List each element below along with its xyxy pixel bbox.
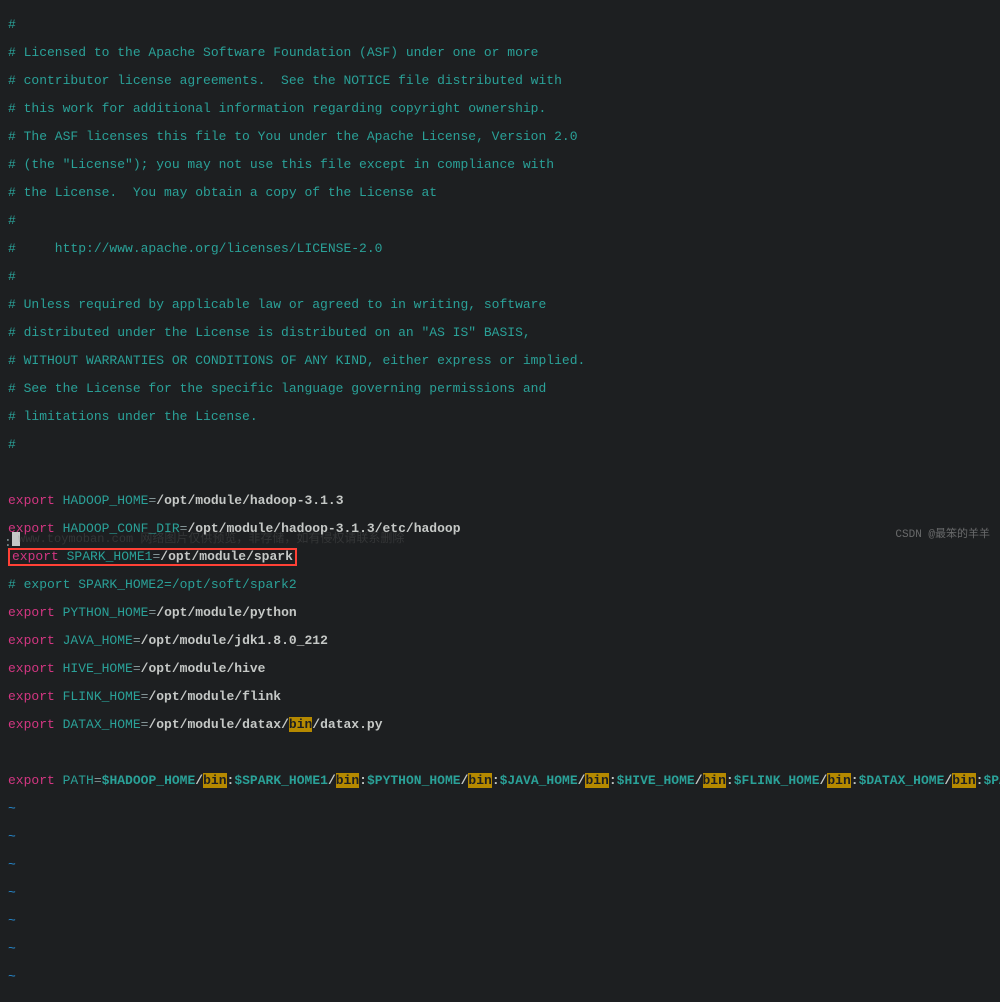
var-name: PATH	[63, 773, 94, 788]
eq: =	[141, 717, 149, 732]
var-value: /opt/module/hive	[141, 661, 266, 676]
eq: =	[94, 773, 102, 788]
keyword-export: export	[8, 493, 55, 508]
empty-line-tilde: ~	[8, 942, 992, 956]
comment-line: # the License. You may obtain a copy of …	[8, 186, 992, 200]
keyword-export: export	[8, 633, 55, 648]
comment-line: # (the "License"); you may not use this …	[8, 158, 992, 172]
export-python: export PYTHON_HOME=/opt/module/python	[8, 606, 992, 620]
comment-line: #	[8, 18, 992, 32]
eq: =	[152, 549, 160, 564]
comment-line: # Unless required by applicable law or a…	[8, 298, 992, 312]
path-var: $HIVE_HOME	[617, 773, 695, 788]
comment-line: # limitations under the License.	[8, 410, 992, 424]
comment-line: #	[8, 270, 992, 284]
keyword-export: export	[8, 689, 55, 704]
path-var: $PYTHON_HOME	[367, 773, 461, 788]
eq: =	[133, 633, 141, 648]
var-value: /opt/module/jdk1.8.0_212	[141, 633, 328, 648]
var-name: PYTHON_HOME	[63, 605, 149, 620]
var-name: FLINK_HOME	[63, 689, 141, 704]
export-hadoop: export HADOOP_HOME=/opt/module/hadoop-3.…	[8, 494, 992, 508]
var-name: HIVE_HOME	[63, 661, 133, 676]
var-value: /opt/module/python	[156, 605, 296, 620]
eq: =	[141, 689, 149, 704]
blank-line	[8, 746, 992, 760]
comment-line: #	[8, 214, 992, 228]
blank-line	[8, 466, 992, 480]
empty-line-tilde: ~	[8, 886, 992, 900]
empty-line-tilde: ~	[8, 970, 992, 984]
eq: =	[148, 605, 156, 620]
var-name: SPARK_HOME1	[67, 549, 153, 564]
keyword-export: export	[8, 661, 55, 676]
path-var: $DATAX_HOME	[859, 773, 945, 788]
export-spark1: export SPARK_HOME1=/opt/module/spark	[8, 550, 992, 564]
var-name: JAVA_HOME	[63, 633, 133, 648]
var-value: /opt/module/hadoop-3.1.3	[156, 493, 343, 508]
comment-line: # See the License for the specific langu…	[8, 382, 992, 396]
var-value-post: /datax.py	[312, 717, 382, 732]
export-datax: export DATAX_HOME=/opt/module/datax/bin/…	[8, 718, 992, 732]
var-value-pre: /opt/module/datax/	[148, 717, 288, 732]
var-name: HADOOP_HOME	[63, 493, 149, 508]
path-var: $PATH	[983, 773, 1000, 788]
path-var: $JAVA_HOME	[500, 773, 578, 788]
empty-line-tilde: ~	[8, 802, 992, 816]
watermark-left: www.toymoban.com 网络图片仅供预览，非存储，如有侵权请联系删除	[18, 532, 404, 546]
comment-line: # distributed under the License is distr…	[8, 326, 992, 340]
empty-line-tilde: ~	[8, 914, 992, 928]
path-var: $FLINK_HOME	[734, 773, 820, 788]
comment-line: # WITHOUT WARRANTIES OR CONDITIONS OF AN…	[8, 354, 992, 368]
var-value: /opt/module/spark	[160, 549, 293, 564]
keyword-export: export	[8, 773, 55, 788]
export-hive: export HIVE_HOME=/opt/module/hive	[8, 662, 992, 676]
keyword-export: export	[8, 605, 55, 620]
watermark-right: CSDN @最笨的羊羊	[895, 528, 990, 542]
comment-line: #	[8, 438, 992, 452]
var-value: /opt/module/flink	[148, 689, 281, 704]
path-var: $HADOOP_HOME	[102, 773, 196, 788]
keyword-export: export	[8, 717, 55, 732]
empty-line-tilde: ~	[8, 858, 992, 872]
comment-line: # The ASF licenses this file to You unde…	[8, 130, 992, 144]
comment-line: # http://www.apache.org/licenses/LICENSE…	[8, 242, 992, 256]
empty-line-tilde: ~	[8, 830, 992, 844]
comment-spark2: # export SPARK_HOME2=/opt/soft/spark2	[8, 578, 992, 592]
comment-line: # contributor license agreements. See th…	[8, 74, 992, 88]
editor-content[interactable]: # # Licensed to the Apache Software Foun…	[0, 0, 1000, 1002]
export-java: export JAVA_HOME=/opt/module/jdk1.8.0_21…	[8, 634, 992, 648]
export-path: export PATH=$HADOOP_HOME/bin:$SPARK_HOME…	[8, 774, 992, 788]
highlighted-box: export SPARK_HOME1=/opt/module/spark	[8, 548, 297, 566]
eq: =	[133, 661, 141, 676]
keyword-export: export	[12, 549, 59, 564]
var-name: DATAX_HOME	[63, 717, 141, 732]
export-flink: export FLINK_HOME=/opt/module/flink	[8, 690, 992, 704]
var-value-bin: bin	[289, 717, 312, 732]
comment-line: # Licensed to the Apache Software Founda…	[8, 46, 992, 60]
path-var: $SPARK_HOME1	[234, 773, 328, 788]
comment-line: # this work for additional information r…	[8, 102, 992, 116]
